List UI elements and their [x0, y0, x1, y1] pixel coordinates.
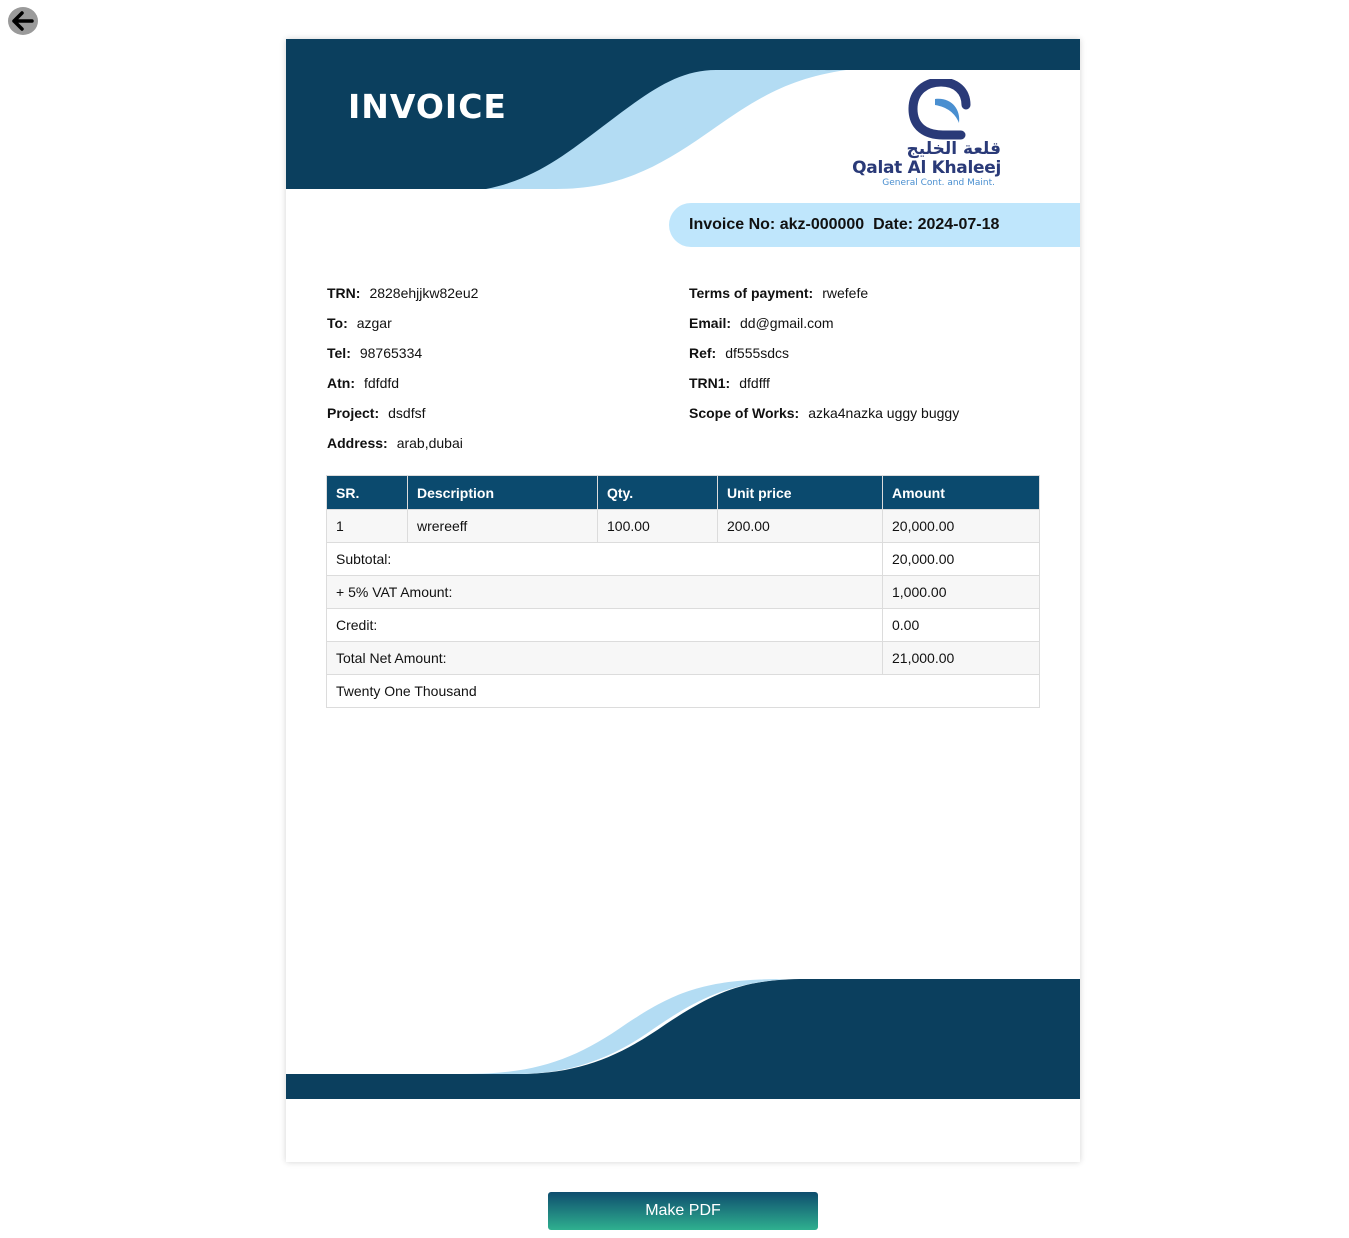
detail-tel: Tel: 98765334 [327, 345, 423, 361]
cell-unit-price: 200.00 [717, 509, 883, 543]
col-qty: Qty. [597, 475, 718, 510]
invoice-date: 2024-07-18 [917, 216, 1000, 233]
detail-trn1: TRN1: dfdfff [689, 375, 770, 391]
summary-row-credit: Credit: 0.00 [326, 608, 1040, 642]
invoice-title: INVOICE [348, 87, 507, 126]
detail-scope-of-works: Scope of Works: azka4nazka uggy buggy [689, 405, 960, 421]
invoice-page: INVOICE قلعة الخليج Qalat Al Khaleej Gen… [286, 39, 1080, 1162]
detail-ref: Ref: df555sdcs [689, 345, 790, 361]
detail-project: Project: dsdfsf [327, 405, 426, 421]
col-description: Description [407, 475, 598, 510]
invoice-terms-details: Terms of payment: rwefefe Email: dd@gmail.… [689, 286, 959, 436]
client-details: TRN: 2828ehjjkw82eu2 To: azgar Tel: 9876533… [327, 286, 478, 466]
summary-row-subtotal: Subtotal: 20,000.00 [326, 542, 1040, 576]
cell-description: wrereeff [407, 509, 598, 543]
invoice-date-label: Date: [873, 216, 914, 233]
detail-trn: TRN: 2828ehjjkw82eu2 [327, 285, 479, 301]
back-button[interactable] [8, 7, 38, 35]
invoice-number-date-pill: Invoice No: akz-000000 Date: 2024-07-18 [669, 203, 1080, 247]
table-header-row: SR. Description Qty. Unit price Amount [326, 475, 1040, 510]
amount-in-words-row: Twenty One Thousand [326, 674, 1040, 708]
summary-row-vat: + 5% VAT Amount: 1,000.00 [326, 575, 1040, 609]
detail-address: Address: arab,dubai [327, 435, 463, 451]
col-sr: SR. [326, 475, 408, 510]
cell-qty: 100.00 [597, 509, 718, 543]
logo-subtitle: General Cont. and Maint. [882, 178, 995, 188]
col-amount: Amount [882, 475, 1040, 510]
col-unit-price: Unit price [717, 475, 883, 510]
company-logo: قلعة الخليج Qalat Al Khaleej General Con… [851, 79, 1011, 189]
table-row: 1 wrereeff 100.00 200.00 20,000.00 [326, 509, 1040, 543]
detail-atn: Atn: fdfdfd [327, 375, 400, 391]
detail-terms-of-payment: Terms of payment: rwefefe [689, 285, 869, 301]
detail-to: To: azgar [327, 315, 392, 331]
arrow-left-icon [12, 11, 34, 31]
logo-company-name: Qalat Al Khaleej [852, 158, 1001, 178]
invoice-number: akz-000000 [779, 216, 865, 233]
detail-email: Email: dd@gmail.com [689, 315, 834, 331]
invoice-number-label: Invoice No: [689, 216, 776, 233]
make-pdf-button[interactable]: Make PDF [548, 1192, 818, 1230]
footer-wave-decoration [286, 979, 1080, 1099]
logo-arabic-text: قلعة الخليج [906, 139, 1002, 159]
cell-sr: 1 [326, 509, 408, 543]
logo-q-icon [908, 79, 971, 140]
invoice-items-table: SR. Description Qty. Unit price Amount 1… [326, 475, 1040, 708]
summary-row-total: Total Net Amount: 21,000.00 [326, 641, 1040, 675]
cell-amount: 20,000.00 [882, 509, 1040, 543]
